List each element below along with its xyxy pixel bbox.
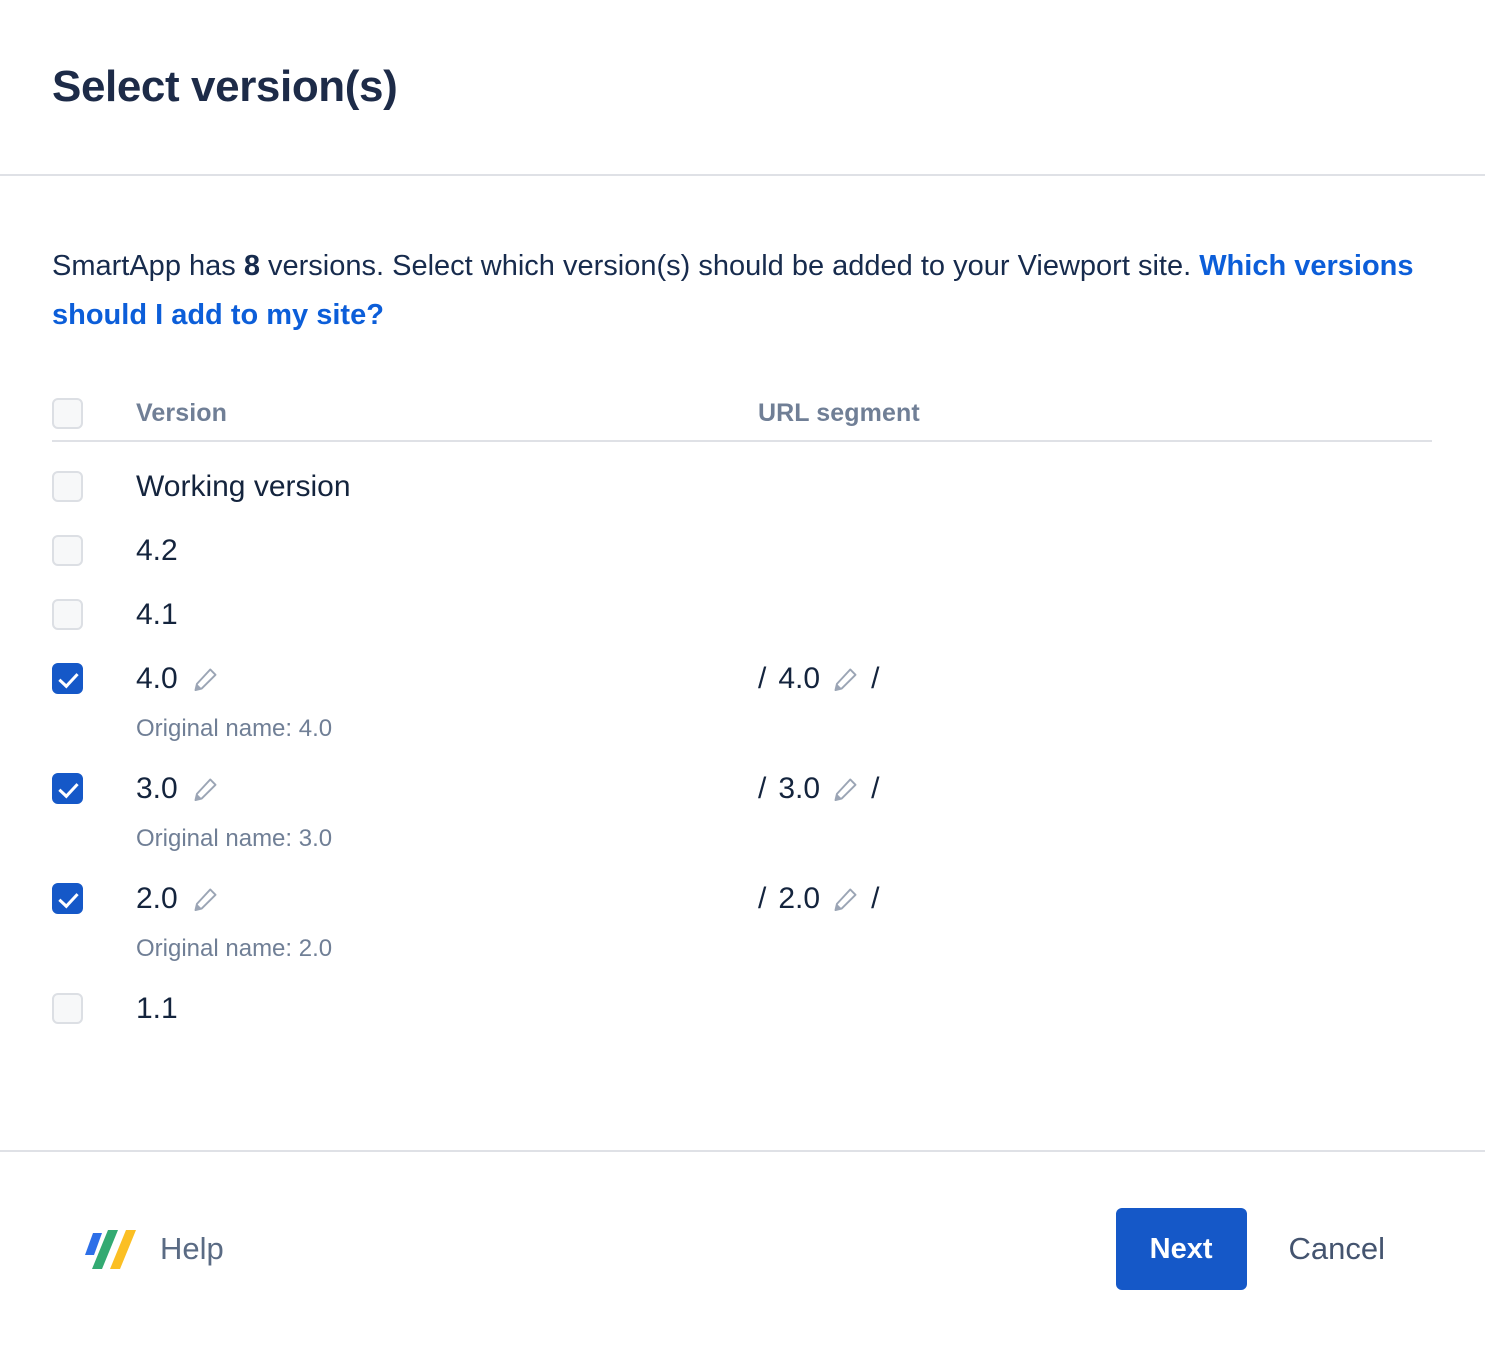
select-all-cell xyxy=(52,398,136,429)
url-segment-cell: / 3.0 / xyxy=(758,770,1432,808)
version-checkbox-4.2[interactable] xyxy=(52,535,83,566)
table-row: 2.0Original name: 2.0/2.0/ xyxy=(52,854,1432,964)
version-cell: 4.0 Original name: 4.0 xyxy=(136,660,758,744)
dialog-description: SmartApp has 8 versions. Select which ve… xyxy=(52,176,1433,340)
row-checkbox-cell xyxy=(52,880,136,914)
url-segment-value: 4.0 xyxy=(778,660,820,698)
url-segment-wrap: / 4.0 / xyxy=(758,660,1432,698)
description-middle: versions. Select which version(s) should… xyxy=(260,250,1199,282)
edit-version-pencil-icon[interactable] xyxy=(192,886,219,913)
edit-url-segment-pencil-icon[interactable] xyxy=(832,776,859,803)
url-segment-wrap: / 3.0 / xyxy=(758,770,1432,808)
version-name-wrap: Working version xyxy=(136,468,758,506)
url-segment-wrap: / 2.0 / xyxy=(758,880,1432,918)
original-name-label: Original name: 3.0 xyxy=(136,824,758,854)
table-body: Working version 4.2 4.1 4.0 Original name: 4… xyxy=(52,442,1432,1028)
select-all-checkbox[interactable] xyxy=(52,398,83,429)
row-checkbox-cell xyxy=(52,660,136,694)
table-row: 4.1 xyxy=(52,570,1432,634)
description-prefix: SmartApp has xyxy=(52,250,244,282)
version-label: 1.1 xyxy=(136,990,178,1028)
version-cell: 3.0 Original name: 3.0 xyxy=(136,770,758,854)
version-label: 4.0 xyxy=(136,660,178,698)
version-name-wrap: 3.0 xyxy=(136,770,758,808)
version-cell: 1.1 xyxy=(136,990,758,1028)
table-row: Working version xyxy=(52,442,1432,506)
edit-url-segment-pencil-icon[interactable] xyxy=(832,666,859,693)
edit-version-pencil-icon[interactable] xyxy=(192,666,219,693)
version-label: 4.2 xyxy=(136,532,178,570)
column-header-url-segment: URL segment xyxy=(758,399,1432,428)
table-row: 3.0Original name: 3.0/3.0/ xyxy=(52,744,1432,854)
url-leading-slash: / xyxy=(758,880,766,918)
dialog-header: Select version(s) xyxy=(0,0,1485,176)
version-checkbox-1.1[interactable] xyxy=(52,993,83,1024)
row-checkbox-cell xyxy=(52,990,136,1024)
version-label: 3.0 xyxy=(136,770,178,808)
url-trailing-slash: / xyxy=(871,880,879,918)
version-name-wrap: 4.2 xyxy=(136,532,758,570)
version-label: Working version xyxy=(136,468,351,506)
row-checkbox-cell xyxy=(52,532,136,566)
next-button[interactable]: Next xyxy=(1116,1208,1247,1290)
edit-url-segment-pencil-icon[interactable] xyxy=(832,886,859,913)
version-label: 4.1 xyxy=(136,596,178,634)
dialog-footer: Help Next Cancel xyxy=(0,1150,1485,1346)
version-checkbox-working-version[interactable] xyxy=(52,471,83,502)
version-name-wrap: 1.1 xyxy=(136,990,758,1028)
page-title: Select version(s) xyxy=(52,63,397,111)
version-checkbox-3.0[interactable] xyxy=(52,773,83,804)
version-label: 2.0 xyxy=(136,880,178,918)
cancel-button[interactable]: Cancel xyxy=(1261,1208,1414,1290)
url-segment-value: 3.0 xyxy=(778,770,820,808)
row-checkbox-cell xyxy=(52,468,136,502)
table-row: 1.1 xyxy=(52,964,1432,1028)
version-cell: 2.0 Original name: 2.0 xyxy=(136,880,758,964)
viewport-logo-icon xyxy=(82,1224,140,1274)
url-trailing-slash: / xyxy=(871,770,879,808)
version-cell: 4.1 xyxy=(136,596,758,634)
version-cell: 4.2 xyxy=(136,532,758,570)
original-name-label: Original name: 2.0 xyxy=(136,934,758,964)
table-row: 4.2 xyxy=(52,506,1432,570)
column-header-version: Version xyxy=(136,399,758,428)
version-checkbox-2.0[interactable] xyxy=(52,883,83,914)
version-cell: Working version xyxy=(136,468,758,506)
row-checkbox-cell xyxy=(52,770,136,804)
url-leading-slash: / xyxy=(758,770,766,808)
version-checkbox-4.0[interactable] xyxy=(52,663,83,694)
url-segment-value: 2.0 xyxy=(778,880,820,918)
row-checkbox-cell xyxy=(52,596,136,630)
table-row: 4.0Original name: 4.0/4.0/ xyxy=(52,634,1432,744)
url-leading-slash: / xyxy=(758,660,766,698)
table-header-row: Version URL segment xyxy=(52,386,1432,442)
version-table: Version URL segment Working version 4.2 4.… xyxy=(52,386,1432,1028)
version-name-wrap: 4.1 xyxy=(136,596,758,634)
footer-actions: Next Cancel xyxy=(1116,1208,1413,1290)
dialog-body: SmartApp has 8 versions. Select which ve… xyxy=(0,176,1485,1150)
url-segment-cell: / 2.0 / xyxy=(758,880,1432,918)
version-name-wrap: 4.0 xyxy=(136,660,758,698)
version-checkbox-4.1[interactable] xyxy=(52,599,83,630)
help-label: Help xyxy=(160,1231,224,1267)
url-segment-cell: / 4.0 / xyxy=(758,660,1432,698)
version-count: 8 xyxy=(244,250,260,282)
original-name-label: Original name: 4.0 xyxy=(136,714,758,744)
url-trailing-slash: / xyxy=(871,660,879,698)
version-name-wrap: 2.0 xyxy=(136,880,758,918)
help-button[interactable]: Help xyxy=(82,1224,224,1274)
edit-version-pencil-icon[interactable] xyxy=(192,776,219,803)
